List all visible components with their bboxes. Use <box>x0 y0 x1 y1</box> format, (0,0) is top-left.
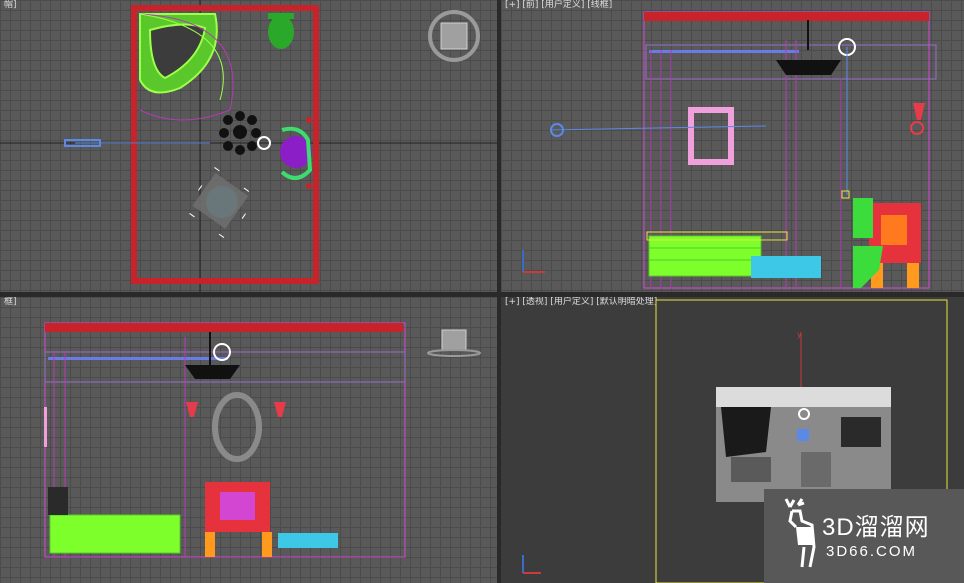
bathtub-left <box>49 514 181 554</box>
watermark-site: 3D66.COM <box>826 543 918 560</box>
axis-gizmo-persp-icon <box>522 555 541 574</box>
front-view-scene <box>522 11 937 289</box>
viewcube-left-icon[interactable] <box>426 325 486 365</box>
chandelier-top <box>219 111 261 155</box>
mirror-frame <box>688 107 734 165</box>
axis-gizmo-icon <box>522 250 545 273</box>
stool-left <box>278 533 338 548</box>
viewcube-icon[interactable] <box>424 6 484 66</box>
chandelier-front <box>776 60 841 75</box>
stool-front <box>751 256 821 278</box>
viewport-top[interactable]: 帽] <box>0 0 497 292</box>
mirror-left <box>212 392 262 462</box>
chandelier-left <box>185 365 240 379</box>
watermark-brand: 3D溜溜网 <box>822 514 930 541</box>
axis-y-label: y <box>797 330 802 339</box>
watermark-badge: 3D溜溜网 3D66.COM <box>764 489 964 583</box>
viewport-separator-horizontal[interactable] <box>0 292 964 297</box>
deer-logo-icon <box>784 498 816 568</box>
ceiling-beam-left <box>45 323 403 332</box>
left-view-scene <box>44 322 406 558</box>
top-view-scene <box>0 0 497 292</box>
viewport-left[interactable]: 框] <box>0 297 497 583</box>
viewport-front[interactable]: [+] [前] [用户定义] [线框] <box>501 0 964 292</box>
ceiling-beam <box>644 12 929 21</box>
toilet-top <box>268 15 294 49</box>
bathtub-front <box>648 235 762 277</box>
